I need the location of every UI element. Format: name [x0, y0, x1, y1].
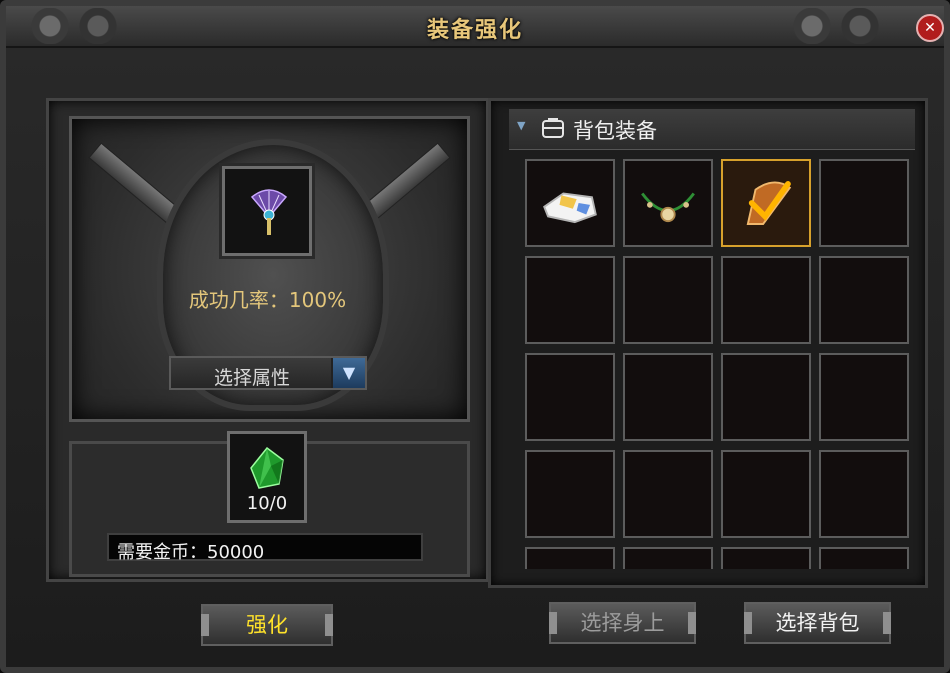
fan-item-icon: [746, 181, 792, 225]
select-self-button[interactable]: 选择身上: [549, 602, 696, 644]
bag-slot[interactable]: [525, 159, 615, 247]
bag-slot[interactable]: [721, 450, 811, 538]
bag-title: 背包装备: [573, 119, 657, 143]
bag-header[interactable]: ▼ 背包装备: [509, 109, 915, 150]
gold-cost: 需要金币：50000: [117, 538, 264, 564]
bag-slot[interactable]: [525, 353, 615, 441]
bag-slot[interactable]: [525, 547, 615, 569]
bag-icon: [542, 118, 564, 138]
bag-slot[interactable]: [525, 450, 615, 538]
strengthen-button[interactable]: 强化: [201, 604, 333, 646]
select-bag-button[interactable]: 选择背包: [744, 602, 891, 644]
bag-slot[interactable]: [819, 450, 909, 538]
enhance-window: 装备强化 ✕ 成功几率：100% 选择属性 ▼ 10/0 需要金币：50000 …: [0, 0, 950, 673]
attribute-select-label: 选择属性: [213, 367, 290, 389]
window-title: 装备强化: [426, 18, 523, 43]
close-icon[interactable]: ✕: [916, 14, 944, 42]
bag-slot[interactable]: [623, 159, 713, 247]
chevron-down-icon[interactable]: ▼: [517, 119, 525, 132]
title-bar: 装备强化 ✕: [6, 6, 944, 48]
bag-slot[interactable]: [721, 353, 811, 441]
bag-slot-selected[interactable]: [721, 159, 811, 247]
success-rate: 成功几率：100%: [49, 284, 486, 313]
material-count: 10/0: [246, 493, 288, 514]
gold-cost-bar: 需要金币：50000: [107, 533, 423, 564]
bag-panel: ▼ 背包装备: [488, 98, 928, 588]
bag-slot[interactable]: [623, 353, 713, 441]
white-gold-ingot-item-icon: [543, 192, 597, 224]
attribute-select[interactable]: 选择属性 ▼: [169, 356, 367, 390]
bag-slot[interactable]: [623, 547, 713, 569]
bag-slot[interactable]: [623, 450, 713, 538]
green-gem-icon: [250, 446, 284, 489]
bag-slot[interactable]: [819, 353, 909, 441]
necklace-item-icon: [641, 192, 695, 223]
bag-slot[interactable]: [819, 256, 909, 344]
equipment-slot[interactable]: [219, 163, 315, 259]
bag-slot[interactable]: [623, 256, 713, 344]
bag-slot[interactable]: [819, 159, 909, 247]
material-slot[interactable]: 10/0: [227, 431, 307, 523]
success-rate-value: 100%: [288, 288, 347, 312]
bag-slot[interactable]: [721, 547, 811, 569]
success-rate-label: 成功几率：: [188, 288, 289, 312]
bag-slot[interactable]: [525, 256, 615, 344]
chevron-down-icon[interactable]: ▼: [331, 358, 365, 388]
gold-cost-value: 50000: [207, 542, 265, 563]
fan-item-icon: [250, 189, 288, 235]
bag-slot[interactable]: [721, 256, 811, 344]
bag-slot[interactable]: [819, 547, 909, 569]
enhance-panel: 成功几率：100% 选择属性 ▼ 10/0 需要金币：50000: [46, 98, 489, 582]
gold-cost-label: 需要金币：: [117, 542, 207, 563]
bag-grid: [525, 159, 915, 569]
